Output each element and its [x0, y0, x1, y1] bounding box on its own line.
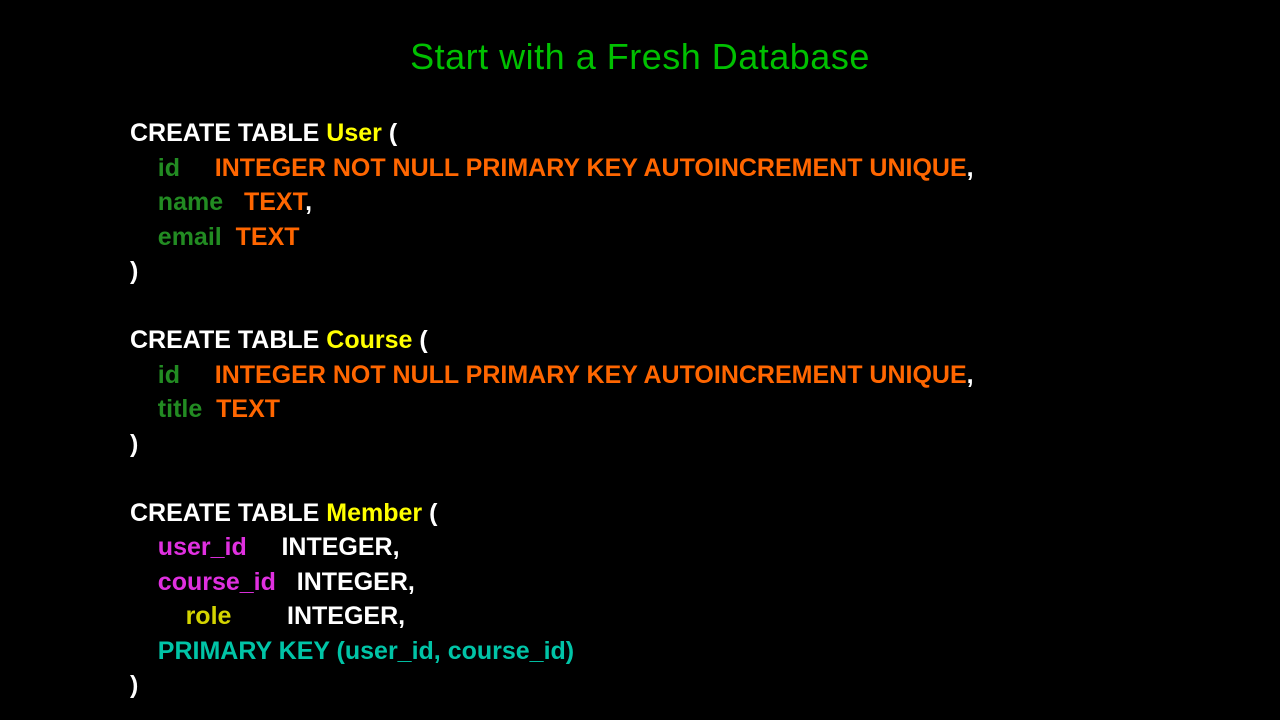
column-title: title — [158, 395, 202, 423]
close-paren: ) — [130, 257, 138, 285]
column-role: role — [186, 602, 232, 630]
keyword-create: CREATE TABLE — [130, 326, 326, 354]
column-user-id: user_id — [158, 533, 247, 561]
table-name-user: User — [326, 119, 382, 147]
type-integer: INTEGER NOT NULL PRIMARY KEY AUTOINCREME… — [215, 154, 967, 182]
keyword-create: CREATE TABLE — [130, 499, 326, 527]
keyword-create: CREATE TABLE — [130, 119, 326, 147]
sql-code-block: CREATE TABLE User ( id INTEGER NOT NULL … — [130, 116, 974, 703]
slide: Start with a Fresh Database CREATE TABLE… — [0, 0, 1280, 720]
column-course-id: course_id — [158, 568, 276, 596]
type-integer: INTEGER, — [287, 602, 405, 630]
comma: , — [967, 361, 974, 389]
table-name-course: Course — [326, 326, 412, 354]
type-integer: INTEGER, — [297, 568, 415, 596]
column-id: id — [158, 361, 180, 389]
close-paren: ) — [130, 430, 138, 458]
column-name: name — [158, 188, 223, 216]
column-email: email — [158, 223, 222, 251]
type-integer: INTEGER NOT NULL PRIMARY KEY AUTOINCREME… — [215, 361, 967, 389]
type-text: TEXT — [244, 188, 305, 216]
close-paren: ) — [130, 671, 138, 699]
type-text: TEXT — [236, 223, 300, 251]
open-paren: ( — [422, 499, 437, 527]
primary-key-clause: PRIMARY KEY (user_id, course_id) — [158, 637, 574, 665]
slide-title: Start with a Fresh Database — [0, 0, 1280, 78]
column-id: id — [158, 154, 180, 182]
open-paren: ( — [382, 119, 397, 147]
type-text: TEXT — [216, 395, 280, 423]
table-name-member: Member — [326, 499, 422, 527]
type-integer: INTEGER, — [281, 533, 399, 561]
open-paren: ( — [412, 326, 427, 354]
comma: , — [305, 188, 312, 216]
comma: , — [967, 154, 974, 182]
